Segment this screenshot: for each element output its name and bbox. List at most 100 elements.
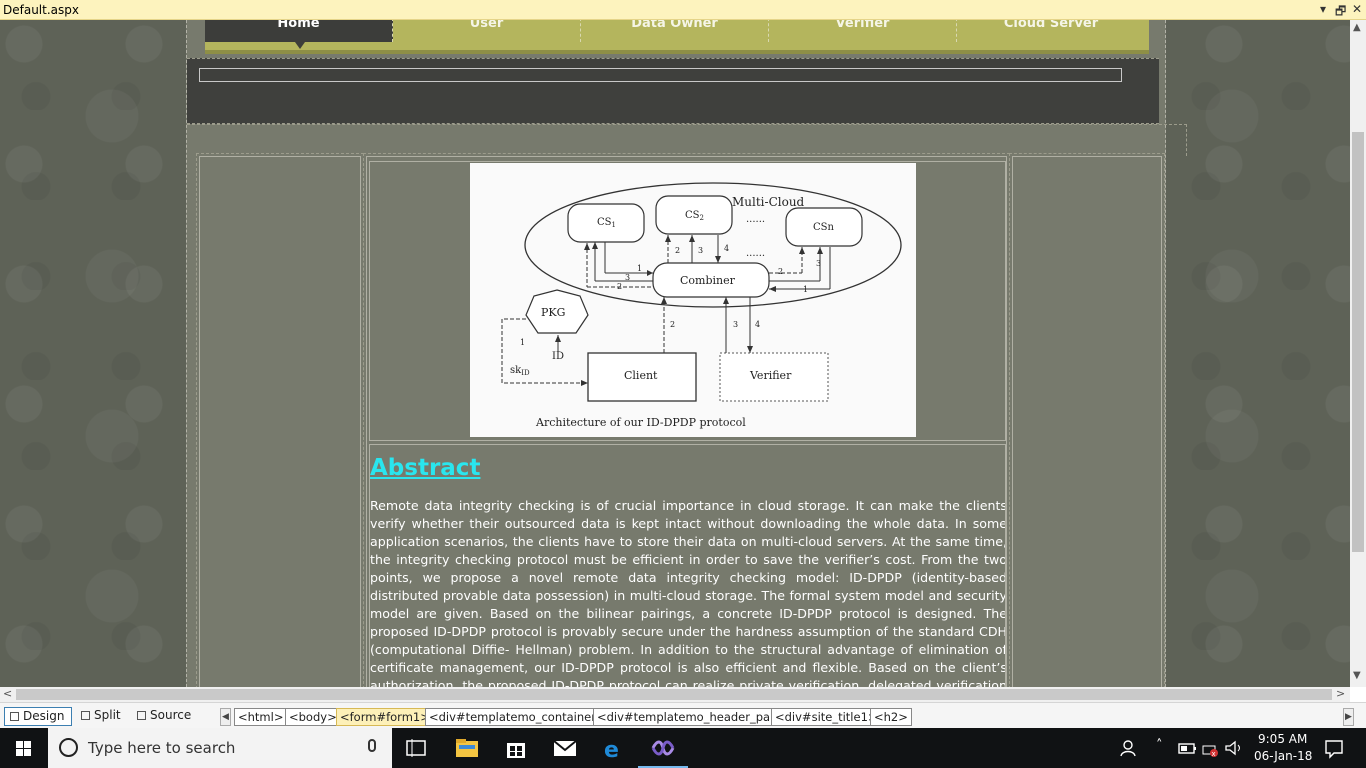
cortana-icon: [59, 738, 78, 757]
nav-item-label: Data Owner: [631, 20, 718, 31]
figure-cell: Multi-Cloud CS1 CS2 CSn ...... ...... Co…: [369, 161, 1006, 441]
tag-nav-left-icon[interactable]: ◀: [220, 708, 231, 726]
label-2-b: 2: [675, 246, 680, 255]
horizontal-scroll-thumb[interactable]: [16, 689, 1332, 700]
svg-text:e: e: [604, 738, 619, 760]
label-3-a: 3: [625, 273, 630, 282]
left-column: [196, 153, 364, 687]
network-error-icon[interactable]: x: [1200, 736, 1224, 760]
battery-icon[interactable]: [1176, 736, 1200, 760]
id-label: ID: [552, 351, 564, 362]
people-icon[interactable]: [1118, 736, 1142, 760]
design-view-button[interactable]: Design: [4, 707, 72, 726]
windows-logo-icon: [16, 741, 31, 756]
content-top-band: [187, 124, 1187, 156]
label-1-e: 1: [520, 338, 525, 347]
tag-h2[interactable]: <h2>: [870, 708, 912, 726]
abstract-body: Remote data integrity checking is of cru…: [370, 498, 1006, 687]
microphone-icon[interactable]: [368, 739, 376, 752]
document-tab-title[interactable]: Default.aspx: [3, 3, 79, 17]
nav-item-label: Verifier: [835, 20, 890, 31]
mail-icon[interactable]: [553, 736, 577, 760]
scroll-right-icon[interactable]: >: [1336, 687, 1345, 700]
start-button[interactable]: [0, 728, 48, 768]
label-3-c: 3: [816, 259, 821, 268]
multi-cloud-label: Multi-Cloud: [732, 195, 805, 209]
csn-label: CSn: [813, 222, 835, 233]
split-view-button[interactable]: Split: [76, 707, 128, 726]
label-3-d: 3: [733, 320, 738, 329]
verifier-label: Verifier: [749, 369, 792, 382]
edge-icon[interactable]: e: [602, 736, 626, 760]
chevron-up-icon[interactable]: ˄: [1156, 738, 1163, 753]
label-1-c: 1: [803, 285, 808, 294]
vertical-scroll-thumb[interactable]: [1352, 132, 1364, 552]
tag-container[interactable]: <div#templatemo_container>: [425, 708, 610, 726]
label-2-a: 2: [617, 282, 622, 291]
label-2-d: 2: [670, 320, 675, 329]
visual-studio-icon[interactable]: [651, 736, 675, 760]
document-tab-bar: Default.aspx ▾ 🗗 ✕: [0, 0, 1366, 20]
nav-item-verifier[interactable]: Verifier: [769, 20, 957, 42]
nav-menu: Home User Data Owner Verifier Cloud Serv…: [205, 20, 1149, 54]
nav-item-label: Cloud Server: [1003, 20, 1099, 31]
site-title-box[interactable]: [199, 68, 1122, 82]
source-icon: [137, 711, 146, 720]
abstract-cell: Abstract Remote data integrity checking …: [369, 444, 1006, 687]
nav-item-home[interactable]: Home: [205, 20, 393, 42]
tag-body[interactable]: <body>: [285, 708, 341, 726]
store-icon[interactable]: [504, 736, 528, 760]
design-surface: Home User Data Owner Verifier Cloud Serv…: [0, 20, 1350, 687]
center-column: Multi-Cloud CS1 CS2 CSn ...... ...... Co…: [363, 153, 1010, 687]
clock-time[interactable]: 9:05 AM: [1258, 732, 1307, 746]
dots-bottom: ......: [746, 248, 765, 259]
vertical-scrollbar[interactable]: ▲ ▼: [1350, 20, 1366, 687]
action-center-icon[interactable]: [1322, 736, 1346, 760]
source-view-button[interactable]: Source: [132, 707, 192, 726]
tag-nav-right-icon[interactable]: ▶: [1343, 708, 1354, 726]
templatemo-container: Home User Data Owner Verifier Cloud Serv…: [186, 20, 1187, 687]
volume-icon[interactable]: [1222, 736, 1246, 760]
active-indicator-arrow: [295, 42, 305, 49]
label-3-b: 3: [698, 246, 703, 255]
tag-form[interactable]: <form#form1>: [336, 708, 434, 726]
right-column: [1009, 153, 1165, 687]
dots-top: ......: [746, 214, 765, 225]
close-icon[interactable]: ✕: [1352, 2, 1362, 16]
taskbar: Type here to search e ˄ x 9:05 AM 06-Jan…: [0, 728, 1366, 768]
client-label: Client: [624, 369, 658, 382]
design-label: Design: [23, 709, 65, 723]
nav-item-user[interactable]: User: [393, 20, 581, 42]
label-1-a: 1: [637, 264, 642, 273]
combiner-label: Combiner: [680, 274, 736, 287]
scroll-down-icon[interactable]: ▼: [1353, 670, 1361, 681]
label-4-b: 4: [724, 244, 729, 253]
file-explorer-icon[interactable]: [455, 736, 479, 760]
sk-label: skID: [510, 365, 530, 377]
horizontal-scrollbar[interactable]: < >: [0, 687, 1350, 702]
nav-item-data-owner[interactable]: Data Owner: [581, 20, 769, 42]
clock-date[interactable]: 06-Jan-18: [1254, 749, 1312, 763]
nav-item-cloud-server[interactable]: Cloud Server: [957, 20, 1145, 42]
label-2-c: 2: [778, 267, 783, 276]
abstract-heading[interactable]: Abstract: [370, 455, 480, 481]
tag-site-title[interactable]: <div#site_title1>: [771, 708, 882, 726]
nav-item-label: User: [469, 20, 504, 31]
design-icon: [10, 712, 19, 721]
architecture-diagram: Multi-Cloud CS1 CS2 CSn ...... ...... Co…: [470, 163, 916, 437]
view-tag-bar: Design Split Source ◀ <html> <body> <for…: [0, 702, 1366, 728]
source-label: Source: [150, 708, 192, 722]
task-view-icon[interactable]: [404, 736, 428, 760]
scroll-left-icon[interactable]: <: [3, 687, 12, 700]
split-icon: [81, 711, 90, 720]
search-placeholder: Type here to search: [88, 739, 236, 757]
architecture-diagram-svg: Multi-Cloud CS1 CS2 CSn ...... ...... Co…: [501, 182, 902, 429]
dropdown-icon[interactable]: ▾: [1320, 2, 1326, 16]
tag-header-panel[interactable]: <div#templatemo_header_pa...>: [593, 708, 795, 726]
tag-html[interactable]: <html>: [234, 708, 288, 726]
scroll-up-icon[interactable]: ▲: [1353, 22, 1361, 33]
svg-text:x: x: [1212, 750, 1216, 758]
header-panel: [187, 58, 1159, 124]
taskbar-search[interactable]: Type here to search: [48, 728, 392, 768]
label-4-d: 4: [755, 320, 760, 329]
